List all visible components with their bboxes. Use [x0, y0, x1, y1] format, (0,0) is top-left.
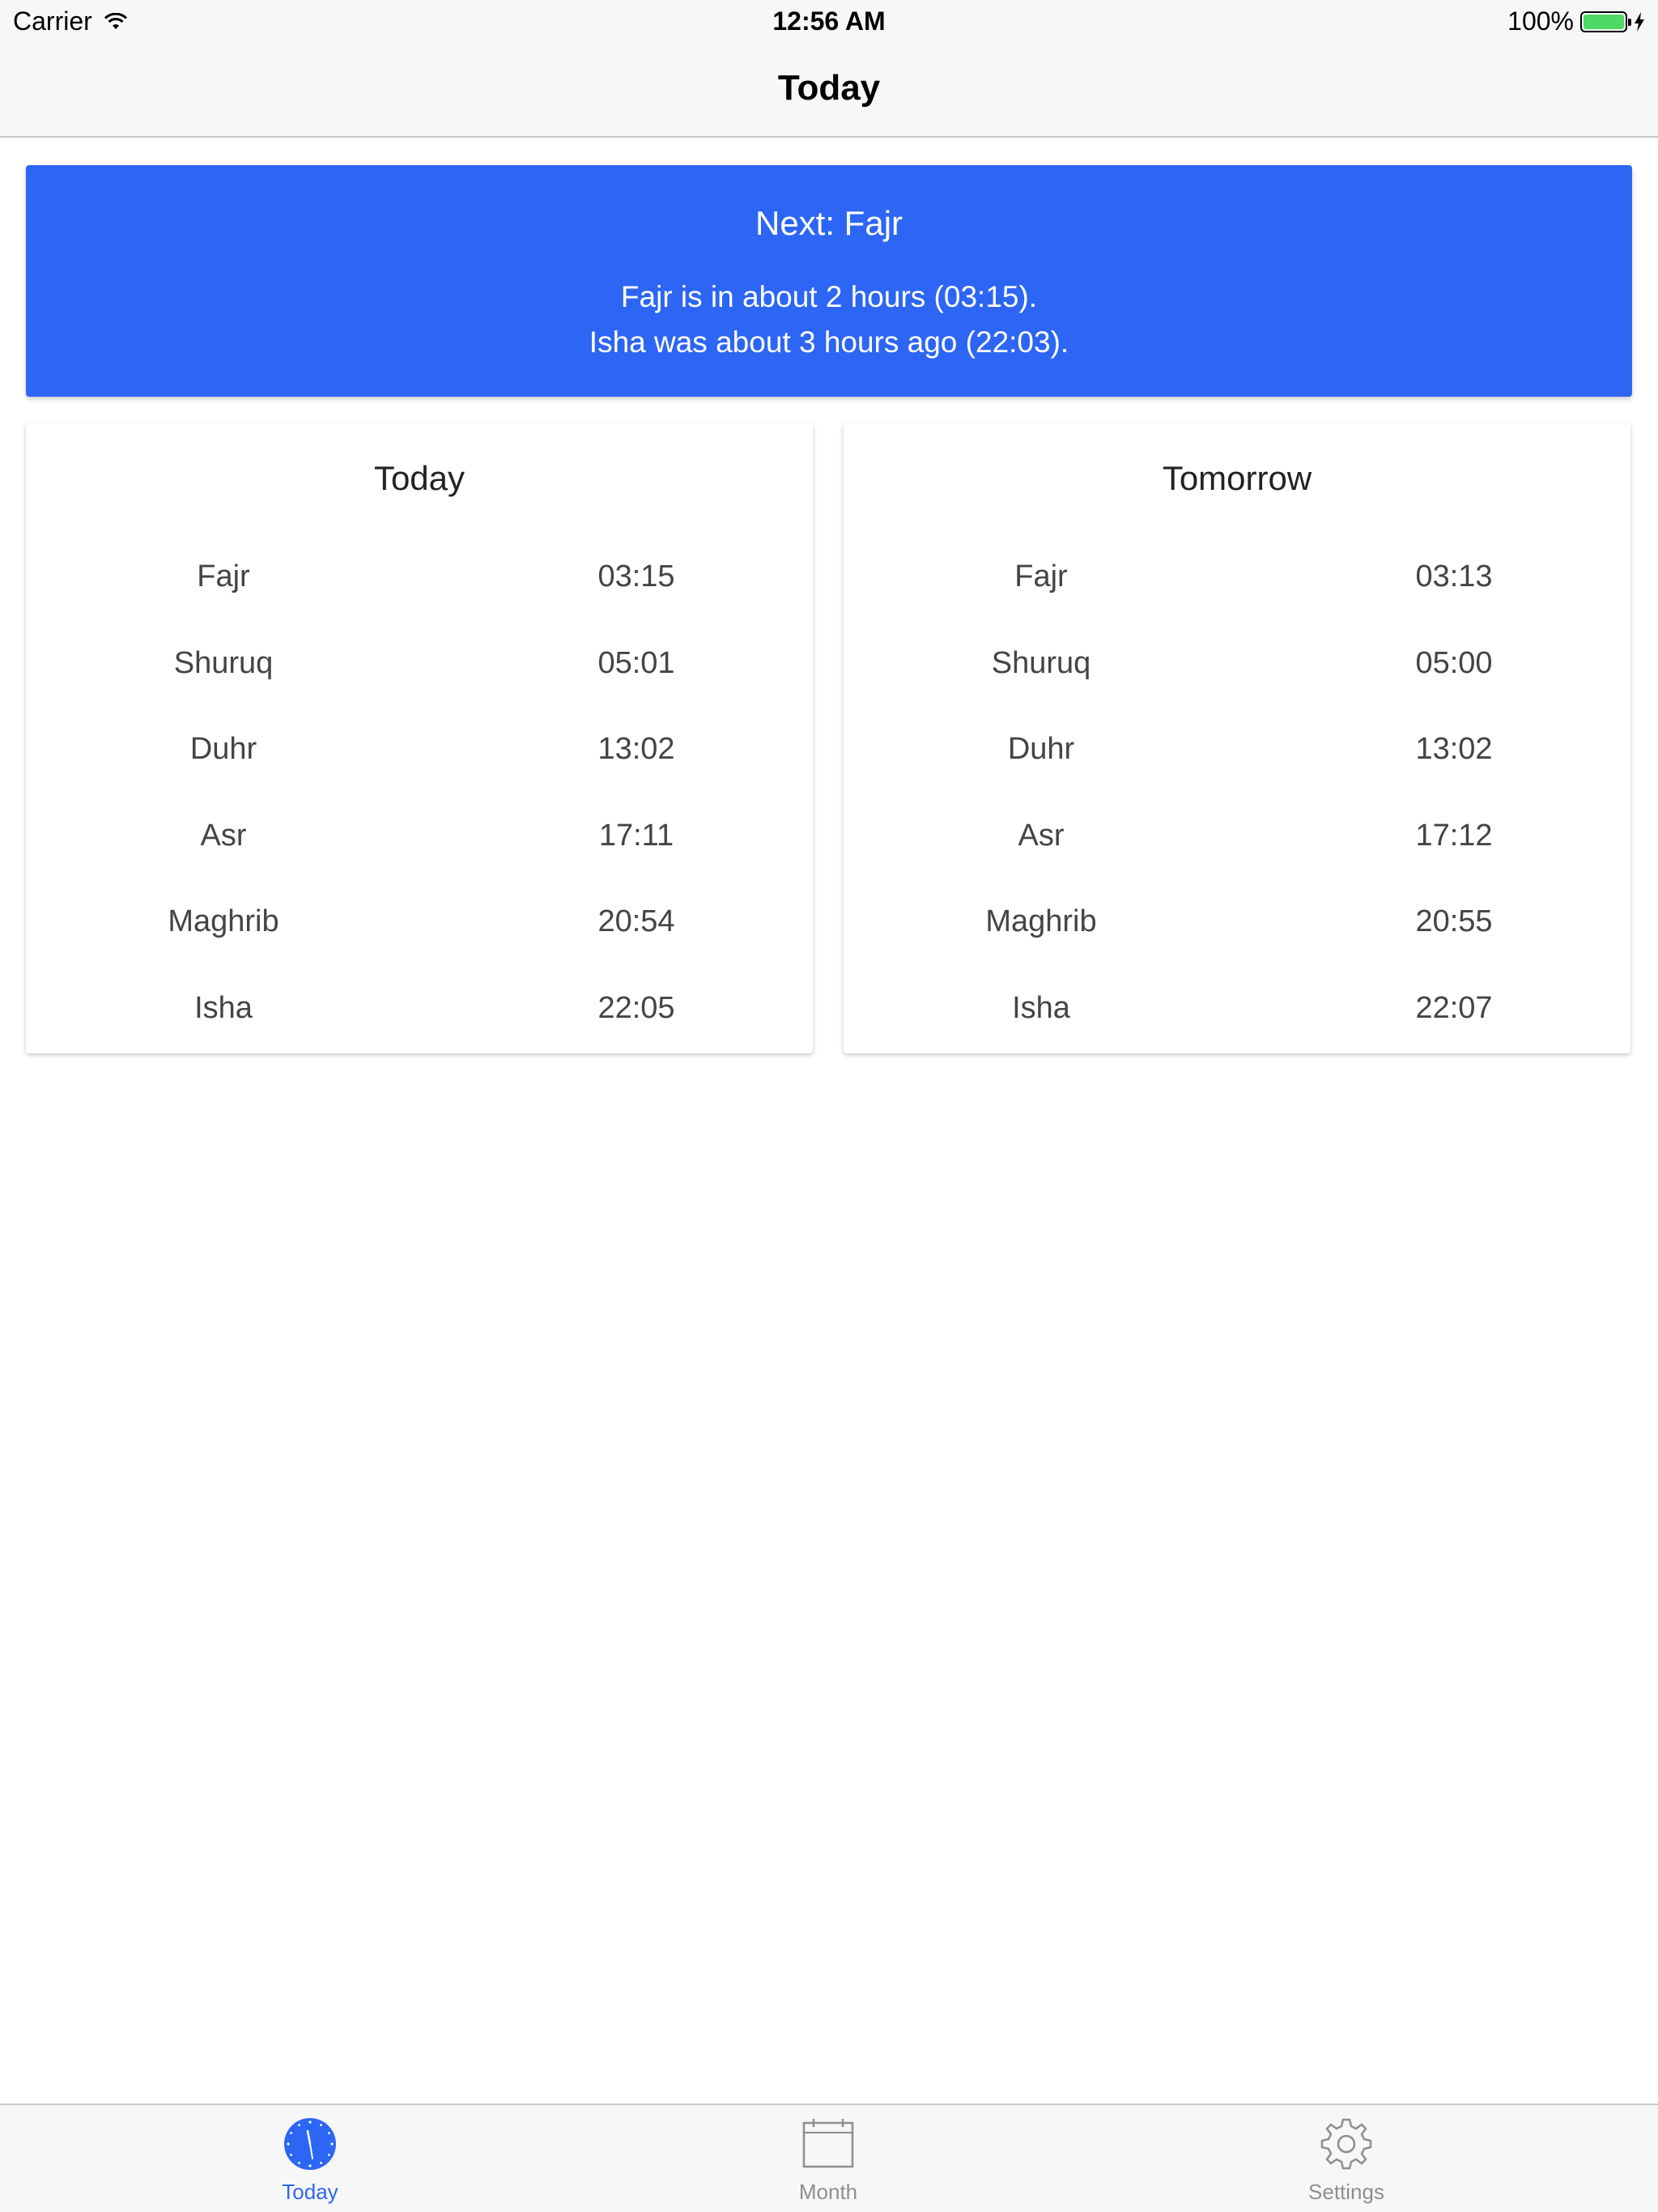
table-row: Duhr 13:02 — [844, 717, 1630, 804]
battery-percent: 100% — [1507, 6, 1574, 36]
prayer-time: 17:11 — [598, 818, 674, 853]
table-row: Isha 22:07 — [844, 976, 1630, 1063]
next-prayer-title: Next: Fajr — [755, 204, 903, 242]
table-row: Maghrib 20:55 — [844, 890, 1630, 976]
today-times-table: Fajr 03:15 Shuruq 05:01 Duhr 13:02 Asr 1… — [26, 545, 813, 1063]
status-right: 100% — [1507, 6, 1645, 36]
prayer-time: 05:00 — [1415, 645, 1493, 680]
next-prayer-countdown: Fajr is in about 2 hours (03:15). — [620, 280, 1038, 313]
prayer-time: 20:55 — [1415, 904, 1493, 939]
next-prayer-banner: Next: Fajr Fajr is in about 2 hours (03:… — [26, 165, 1632, 397]
prayer-name: Shuruq — [991, 645, 1091, 680]
tab-label: Today — [282, 2180, 338, 2204]
tab-label: Month — [798, 2180, 858, 2204]
prayer-name: Asr — [1018, 818, 1065, 853]
tomorrow-times-table: Fajr 03:13 Shuruq 05:00 Duhr 13:02 Asr 1… — [844, 545, 1630, 1063]
prayer-time: 03:15 — [597, 559, 675, 593]
prayer-time: 17:12 — [1415, 818, 1493, 853]
card-title-tomorrow: Tomorrow — [1162, 459, 1312, 497]
prayer-time: 03:13 — [1415, 559, 1493, 593]
prayer-name: Isha — [1012, 990, 1070, 1025]
prayer-time: 13:02 — [1415, 732, 1493, 767]
table-row: Fajr 03:13 — [844, 545, 1630, 632]
prayer-name: Maghrib — [168, 904, 279, 939]
prayer-name: Maghrib — [985, 904, 1097, 939]
battery-fill — [1584, 14, 1624, 29]
card-title-today: Today — [373, 459, 466, 497]
battery-tip — [1628, 18, 1631, 26]
status-time: 12:56 AM — [772, 6, 886, 36]
prayer-time: 22:07 — [1415, 990, 1493, 1025]
prayer-time: 05:01 — [597, 645, 675, 680]
prayer-name: Fajr — [197, 559, 250, 593]
calendar-icon — [802, 2119, 854, 2168]
clock-icon — [284, 2118, 336, 2170]
battery-icon — [1580, 11, 1631, 32]
today-times-card: Today Fajr 03:15 Shuruq 05:01 Duhr 13:02… — [26, 423, 813, 1053]
prayer-name: Asr — [200, 818, 247, 853]
table-row: Maghrib 20:54 — [26, 890, 813, 976]
prayer-time: 13:02 — [597, 732, 675, 767]
prayer-time: 20:54 — [597, 904, 675, 939]
tab-settings[interactable]: Settings — [1257, 2116, 1435, 2210]
navigation-bar: Today — [0, 44, 1658, 138]
table-row: Duhr 13:02 — [26, 717, 813, 804]
prayer-name: Fajr — [1014, 559, 1068, 593]
tab-label: Settings — [1308, 2180, 1384, 2204]
table-row: Asr 17:12 — [844, 804, 1630, 891]
prayer-name: Shuruq — [173, 645, 274, 680]
tab-month[interactable]: Month — [739, 2116, 917, 2210]
tab-bar: Today Month Settings — [0, 2104, 1658, 2212]
status-bar: Carrier 12:56 AM 100% — [0, 0, 1658, 44]
prayer-name: Duhr — [189, 732, 257, 767]
table-row: Isha 22:05 — [26, 976, 813, 1063]
table-row: Fajr 03:15 — [26, 545, 813, 632]
table-row: Shuruq 05:01 — [26, 632, 813, 718]
table-row: Asr 17:11 — [26, 804, 813, 891]
gear-icon — [1320, 2118, 1372, 2170]
tomorrow-times-card: Tomorrow Fajr 03:13 Shuruq 05:00 Duhr 13… — [844, 423, 1630, 1053]
tab-today[interactable]: Today — [221, 2116, 399, 2210]
table-row: Shuruq 05:00 — [844, 632, 1630, 718]
prayer-name: Duhr — [1007, 732, 1075, 767]
charging-bolt-icon — [1635, 11, 1644, 32]
page-title: Today — [777, 68, 881, 108]
prayer-name: Isha — [194, 990, 253, 1025]
previous-prayer-info: Isha was about 3 hours ago (22:03). — [589, 325, 1069, 359]
prayer-time: 22:05 — [597, 990, 675, 1025]
